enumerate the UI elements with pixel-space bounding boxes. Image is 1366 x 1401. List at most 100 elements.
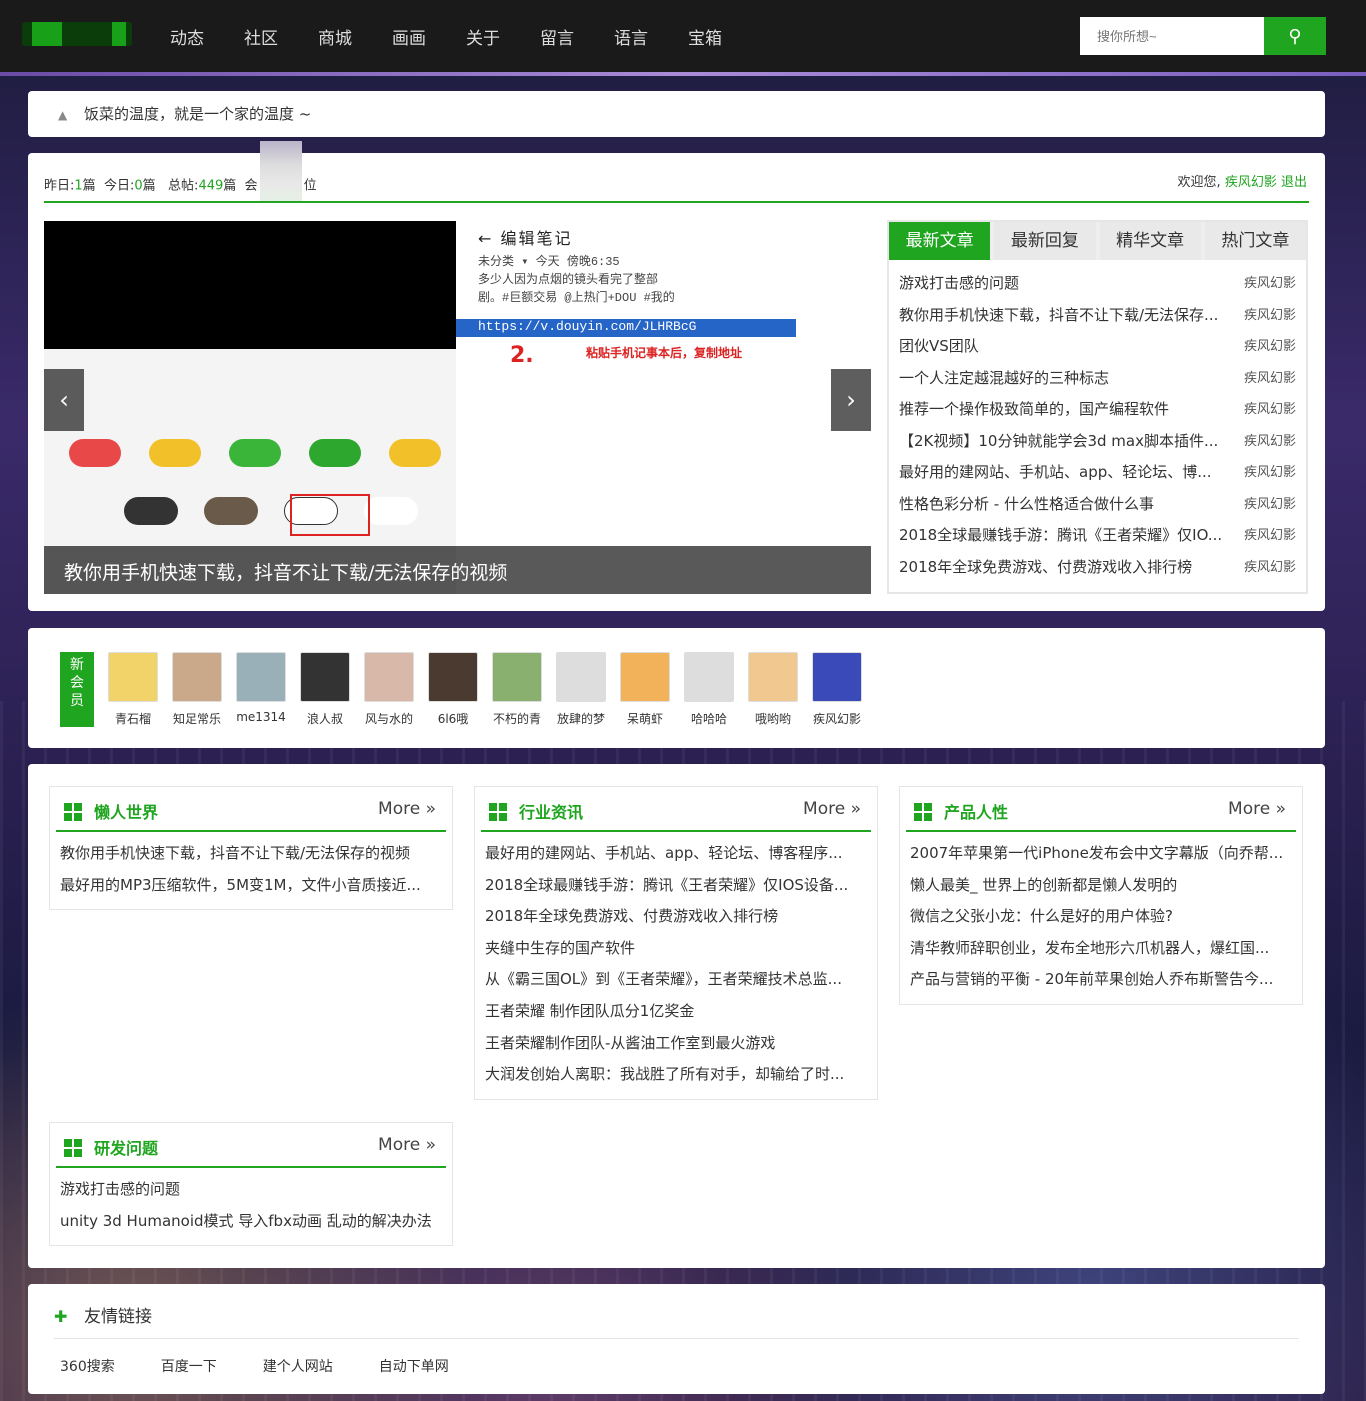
member-name[interactable]: 疾风幻影: [812, 710, 862, 727]
search-input[interactable]: [1080, 17, 1264, 55]
member-name[interactable]: 浪人叔: [300, 710, 350, 727]
more-link[interactable]: More »: [378, 799, 436, 819]
logout-link[interactable]: 退出: [1281, 175, 1307, 190]
nav-item-about[interactable]: 关于: [466, 24, 540, 49]
avatar[interactable]: [108, 652, 158, 702]
list-item[interactable]: 团伙VS团队 疾风幻影: [899, 335, 1296, 367]
list-item[interactable]: 推荐一个操作极致简单的，国产编程软件 疾风幻影: [899, 398, 1296, 430]
list-item[interactable]: 一个人注定越混越好的三种标志 疾风幻影: [899, 367, 1296, 399]
nav-item-dynamic[interactable]: 动态: [170, 24, 244, 49]
nav-item-community[interactable]: 社区: [244, 24, 318, 49]
list-item[interactable]: 2018全球最赚钱手游：腾讯《王者荣耀》仅IOS设备...: [485, 874, 867, 906]
tab-featured[interactable]: 精华文章: [1099, 222, 1201, 260]
avatar[interactable]: [812, 652, 862, 702]
more-link[interactable]: More »: [1228, 799, 1286, 819]
list-item[interactable]: 教你用手机快速下载，抖音不让下载/无法保存... 疾风幻影: [899, 304, 1296, 336]
member-name[interactable]: 哦哟哟: [748, 710, 798, 727]
avatar[interactable]: [556, 652, 606, 702]
member-name[interactable]: 不朽的青: [492, 710, 542, 727]
member-item[interactable]: me1314: [236, 652, 286, 727]
avatar[interactable]: [172, 652, 222, 702]
list-item[interactable]: 【2K视频】10分钟就能学会3d max脚本插件... 疾风幻影: [899, 430, 1296, 462]
member-item[interactable]: 呆萌虾: [620, 652, 670, 727]
member-item[interactable]: 哦哟哟: [748, 652, 798, 727]
site-logo[interactable]: [22, 22, 132, 46]
article-title[interactable]: 推荐一个操作极致简单的，国产编程软件: [899, 398, 1169, 430]
list-item[interactable]: 大润发创始人离职：我战胜了所有对手，却输给了时...: [485, 1063, 867, 1095]
friend-link[interactable]: 360搜索: [60, 1356, 115, 1376]
member-item[interactable]: 哈哈哈: [684, 652, 734, 727]
list-item[interactable]: unity 3d Humanoid模式 导入fbx动画 乱动的解决办法: [60, 1210, 442, 1242]
image-slider[interactable]: ← 编辑笔记 未分类 ▾ 今天 傍晚6:35 多少人因为点烟的镜头看完了整部 剧…: [44, 221, 871, 594]
article-title[interactable]: 2018年全球免费游戏、付费游戏收入排行榜: [899, 556, 1192, 588]
member-item[interactable]: 疾风幻影: [812, 652, 862, 727]
list-item[interactable]: 清华教师辞职创业，发布全地形六爪机器人，爆红国...: [910, 937, 1292, 969]
list-item[interactable]: 最好用的MP3压缩软件，5M变1M，文件小音质接近...: [60, 874, 442, 906]
member-item[interactable]: 6l6哦: [428, 652, 478, 727]
member-name[interactable]: me1314: [236, 710, 286, 724]
friend-link[interactable]: 建个人网站: [263, 1356, 333, 1376]
list-item[interactable]: 产品与营销的平衡 - 20年前苹果创始人乔布斯警告今...: [910, 968, 1292, 1000]
member-item[interactable]: 风与水的: [364, 652, 414, 727]
member-name[interactable]: 放肆的梦: [556, 710, 606, 727]
list-item[interactable]: 2018全球最赚钱手游：腾讯《王者荣耀》仅IO... 疾风幻影: [899, 524, 1296, 556]
list-item[interactable]: 夹缝中生存的国产软件: [485, 937, 867, 969]
article-title[interactable]: 性格色彩分析 - 什么性格适合做什么事: [899, 493, 1154, 525]
member-name[interactable]: 青石榴: [108, 710, 158, 727]
slider-prev-button[interactable]: ‹: [44, 369, 84, 431]
avatar[interactable]: [236, 652, 286, 702]
member-name[interactable]: 呆萌虾: [620, 710, 670, 727]
avatar[interactable]: [748, 652, 798, 702]
search-button[interactable]: ⚲: [1264, 17, 1326, 55]
username-link[interactable]: 疾风幻影: [1225, 175, 1277, 190]
article-title[interactable]: 游戏打击感的问题: [899, 272, 1019, 304]
member-name[interactable]: 6l6哦: [428, 710, 478, 727]
list-item[interactable]: 从《霸三国OL》到《王者荣耀》，王者荣耀技术总监...: [485, 968, 867, 1000]
member-item[interactable]: 放肆的梦: [556, 652, 606, 727]
member-name[interactable]: 哈哈哈: [684, 710, 734, 727]
slide-caption[interactable]: 教你用手机快速下载，抖音不让下载/无法保存的视频: [44, 546, 871, 594]
avatar[interactable]: [364, 652, 414, 702]
list-item[interactable]: 2007年苹果第一代iPhone发布会中文字幕版（向乔帮...: [910, 842, 1292, 874]
avatar[interactable]: [620, 652, 670, 702]
tab-hot[interactable]: 热门文章: [1204, 222, 1306, 260]
list-item[interactable]: 游戏打击感的问题 疾风幻影: [899, 272, 1296, 304]
list-item[interactable]: 游戏打击感的问题: [60, 1178, 442, 1210]
more-link[interactable]: More »: [378, 1135, 436, 1155]
avatar[interactable]: [684, 652, 734, 702]
article-title[interactable]: 一个人注定越混越好的三种标志: [899, 367, 1109, 399]
article-title[interactable]: 团伙VS团队: [899, 335, 979, 367]
member-item[interactable]: 不朽的青: [492, 652, 542, 727]
member-name[interactable]: 知足常乐: [172, 710, 222, 727]
member-item[interactable]: 浪人叔: [300, 652, 350, 727]
member-name[interactable]: 风与水的: [364, 710, 414, 727]
article-title[interactable]: 2018全球最赚钱手游：腾讯《王者荣耀》仅IO...: [899, 524, 1222, 556]
list-item[interactable]: 王者荣耀制作团队-从酱油工作室到最火游戏: [485, 1032, 867, 1064]
tab-replies[interactable]: 最新回复: [994, 222, 1096, 260]
nav-item-draw[interactable]: 画画: [392, 24, 466, 49]
tab-latest[interactable]: 最新文章: [889, 222, 991, 260]
avatar[interactable]: [492, 652, 542, 702]
friend-link[interactable]: 百度一下: [161, 1356, 217, 1376]
list-item[interactable]: 微信之父张小龙：什么是好的用户体验?: [910, 905, 1292, 937]
nav-item-language[interactable]: 语言: [614, 24, 688, 49]
article-title[interactable]: 教你用手机快速下载，抖音不让下载/无法保存...: [899, 304, 1218, 336]
avatar[interactable]: [428, 652, 478, 702]
avatar[interactable]: [300, 652, 350, 702]
article-title[interactable]: 最好用的建网站、手机站、app、轻论坛、博...: [899, 461, 1212, 493]
list-item[interactable]: 王者荣耀 制作团队瓜分1亿奖金: [485, 1000, 867, 1032]
list-item[interactable]: 懒人最美_ 世界上的创新都是懒人发明的: [910, 874, 1292, 906]
member-item[interactable]: 青石榴: [108, 652, 158, 727]
nav-item-shop[interactable]: 商城: [318, 24, 392, 49]
nav-item-guestbook[interactable]: 留言: [540, 24, 614, 49]
list-item[interactable]: 性格色彩分析 - 什么性格适合做什么事 疾风幻影: [899, 493, 1296, 525]
article-title[interactable]: 【2K视频】10分钟就能学会3d max脚本插件...: [899, 430, 1218, 462]
nav-item-treasure[interactable]: 宝箱: [688, 24, 762, 49]
slider-next-button[interactable]: ›: [831, 369, 871, 431]
member-item[interactable]: 知足常乐: [172, 652, 222, 727]
list-item[interactable]: 最好用的建网站、手机站、app、轻论坛、博... 疾风幻影: [899, 461, 1296, 493]
friend-link[interactable]: 自动下单网: [379, 1356, 449, 1376]
list-item[interactable]: 教你用手机快速下载，抖音不让下载/无法保存的视频: [60, 842, 442, 874]
more-link[interactable]: More »: [803, 799, 861, 819]
list-item[interactable]: 最好用的建网站、手机站、app、轻论坛、博客程序...: [485, 842, 867, 874]
